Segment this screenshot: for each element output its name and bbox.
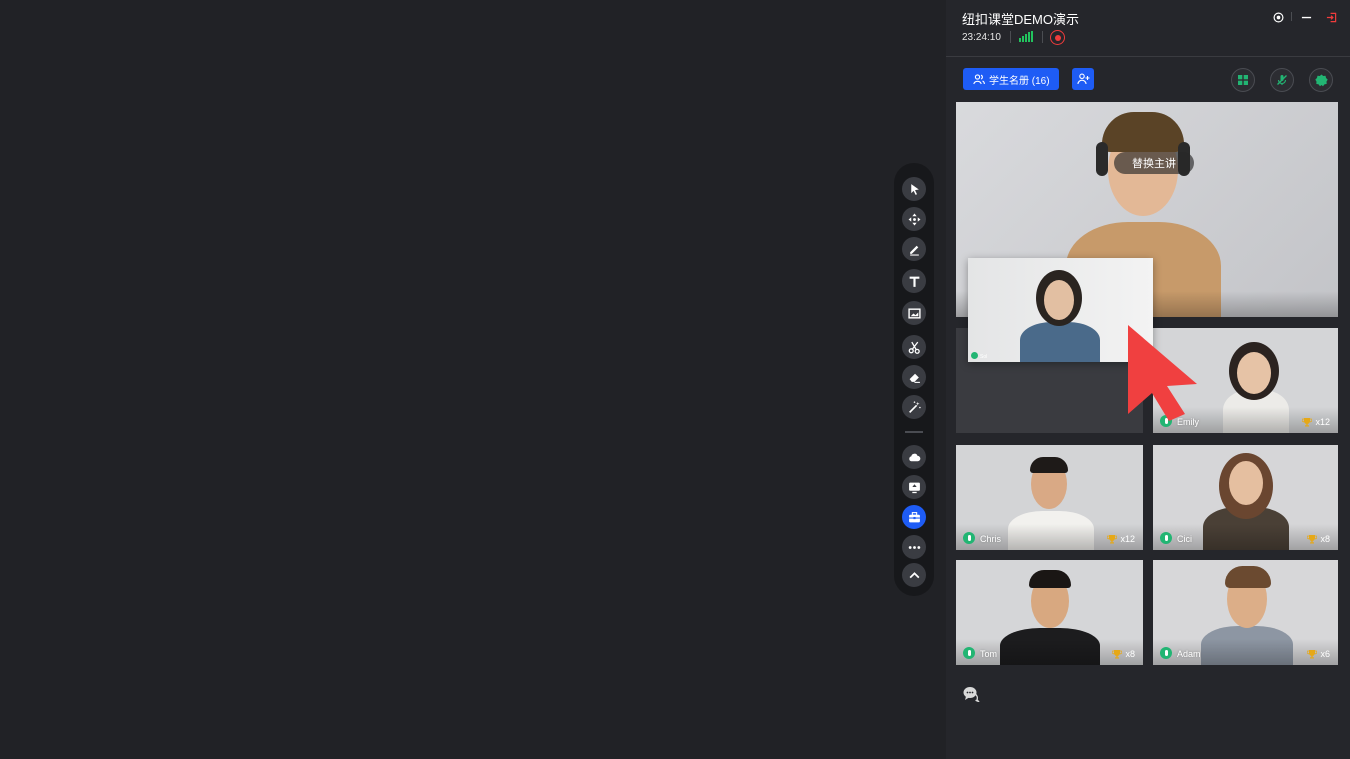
recording-icon[interactable] — [1050, 30, 1065, 45]
whiteboard-canvas[interactable] — [0, 0, 946, 759]
exit-class-icon[interactable] — [1324, 10, 1338, 24]
trophy-icon — [1307, 535, 1318, 544]
eraser-tool-button[interactable] — [902, 365, 926, 389]
mute-all-button[interactable] — [1270, 68, 1294, 92]
grid-icon — [1238, 75, 1248, 85]
drag-cursor-icon — [1128, 325, 1197, 421]
cloud-icon — [908, 453, 920, 461]
add-student-button[interactable] — [1072, 68, 1094, 90]
student-face — [1237, 352, 1271, 394]
class-title: 纽扣课堂DEMO演示 — [962, 12, 1080, 27]
screen-share-tool-button[interactable] — [902, 475, 926, 499]
eraser-icon — [909, 373, 920, 383]
student-name: Adam — [1177, 649, 1201, 659]
mic-on-icon — [1160, 647, 1172, 659]
text-icon — [909, 276, 919, 287]
headphone-left — [1096, 142, 1108, 176]
trophy-count: x12 — [1302, 417, 1330, 427]
collapse-icon — [909, 571, 919, 578]
toolbar-divider — [905, 431, 923, 433]
student-name: Sol — [980, 354, 988, 360]
collapse-toolbar-button[interactable] — [902, 563, 926, 587]
settings-icon[interactable] — [1271, 10, 1285, 24]
pointer-tool-button[interactable] — [902, 177, 926, 201]
student-video-tile[interactable]: Adam x6 — [1153, 560, 1338, 665]
image-tool-button[interactable] — [902, 301, 926, 325]
magic-wand-icon — [908, 400, 921, 413]
move-tool-button[interactable] — [902, 207, 926, 231]
class-clock: 23:24:10 — [962, 32, 1001, 43]
header-divider-line — [946, 56, 1350, 57]
student-name: Tom — [980, 649, 998, 659]
student-video-tile[interactable]: Tom x8 — [956, 560, 1143, 665]
student-roster-button[interactable]: 学生名册 (16) — [963, 68, 1059, 90]
mic-on-icon — [963, 532, 975, 544]
toolbox-icon — [908, 511, 920, 522]
whiteboard-toolbar — [894, 163, 934, 596]
trophy-icon — [1307, 650, 1318, 659]
mic-on-icon — [1160, 532, 1172, 544]
cloud-tool-button[interactable] — [902, 445, 926, 469]
screen-share-icon — [908, 482, 920, 493]
student-roster-label: 学生名册 (16) — [989, 75, 1050, 87]
minimize-icon[interactable] — [1299, 10, 1313, 24]
pointer-icon — [910, 183, 919, 195]
trophy-icon — [1112, 650, 1123, 659]
student-video-tile[interactable]: Cici x8 — [1153, 445, 1338, 550]
student-hair — [1029, 570, 1071, 588]
trophy-icon — [1107, 535, 1118, 544]
more-icon — [908, 545, 920, 549]
scissors-tool-button[interactable] — [902, 335, 926, 359]
trophy-icon — [1302, 418, 1313, 427]
header-divider — [1010, 31, 1011, 43]
pen-tool-button[interactable] — [902, 237, 926, 261]
chat-icon[interactable] — [963, 686, 981, 703]
reward-all-button[interactable] — [1309, 68, 1333, 92]
student-figure — [1020, 322, 1100, 362]
student-hair — [1030, 457, 1068, 473]
signal-strength-icon — [1019, 31, 1035, 42]
mic-off-icon — [1277, 75, 1287, 85]
trophy-count: x12 — [1107, 534, 1135, 544]
trophy-count: x8 — [1307, 534, 1330, 544]
trophy-count: x8 — [1112, 649, 1135, 659]
scissors-icon — [908, 341, 920, 354]
student-name: Chris — [980, 534, 1002, 544]
move-icon — [908, 213, 920, 225]
layout-grid-button[interactable] — [1231, 68, 1255, 92]
trophy-count: x6 — [1307, 649, 1330, 659]
student-video-tile[interactable]: Chris x12 — [956, 445, 1143, 550]
magic-wand-tool-button[interactable] — [902, 395, 926, 419]
image-icon — [907, 307, 921, 319]
text-tool-button[interactable] — [902, 269, 926, 293]
users-icon — [973, 73, 985, 84]
badge-icon — [1314, 74, 1328, 86]
window-controls-divider — [1291, 12, 1292, 21]
teacher-hair — [1102, 112, 1184, 152]
mic-on-icon — [971, 352, 978, 359]
more-tools-button[interactable] — [902, 535, 926, 559]
pen-icon — [909, 245, 919, 256]
header-divider — [1042, 31, 1043, 43]
student-face — [1044, 280, 1074, 320]
replace-presenter-tag[interactable]: 替换主讲 — [1114, 152, 1194, 174]
add-user-icon — [1076, 73, 1089, 85]
student-face — [1229, 461, 1263, 505]
toolbox-tool-button[interactable] — [902, 505, 926, 529]
student-hair — [1225, 566, 1271, 588]
mic-on-icon — [963, 647, 975, 659]
student-name: Cici — [1177, 534, 1192, 544]
